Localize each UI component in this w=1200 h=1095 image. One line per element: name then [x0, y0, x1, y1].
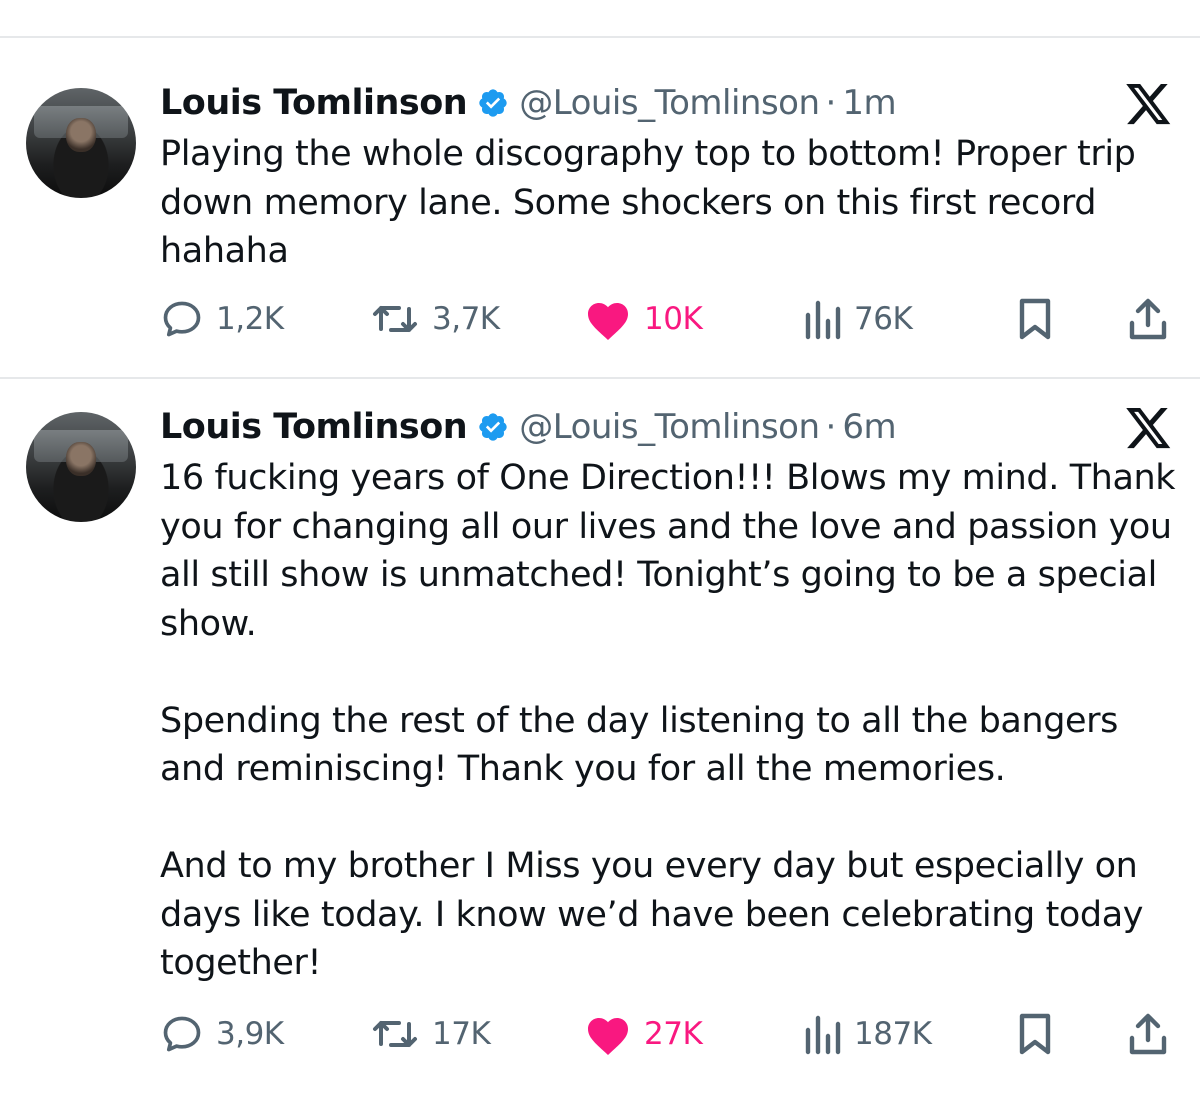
tweet-header: Louis Tomlinson @Louis_Tomlinson · 6m	[160, 402, 897, 452]
display-name[interactable]: Louis Tomlinson	[160, 83, 468, 123]
tweet-actions: 1,2K 3,7K 10K 76K	[0, 295, 1200, 345]
retweet-button[interactable]: 17K	[370, 1012, 491, 1056]
reply-bubble-icon	[160, 1012, 204, 1056]
x-logo-icon	[1126, 84, 1172, 126]
display-name[interactable]: Louis Tomlinson	[160, 407, 468, 447]
verified-badge-icon	[477, 411, 509, 443]
share-upload-icon[interactable]	[1126, 1012, 1170, 1056]
tweet-text: 16 fucking years of One Direction!!! Blo…	[160, 454, 1180, 988]
like-count: 10K	[644, 301, 703, 337]
views-button[interactable]: 187K	[802, 1012, 932, 1056]
views-button[interactable]: 76K	[802, 297, 913, 341]
views-count: 76K	[854, 301, 913, 337]
x-logo-icon	[1126, 408, 1172, 450]
heart-icon	[584, 297, 632, 341]
tweet-paragraph: Playing the whole discography top to bot…	[160, 134, 1136, 271]
separator-dot: ·	[825, 83, 837, 123]
avatar[interactable]	[26, 88, 136, 198]
retweet-icon	[370, 1012, 420, 1056]
separator-dot: ·	[825, 407, 837, 447]
views-count: 187K	[854, 1016, 932, 1052]
reply-count: 3,9K	[216, 1016, 284, 1052]
retweet-button[interactable]: 3,7K	[370, 297, 500, 341]
bookmark-icon[interactable]	[1015, 1012, 1055, 1056]
top-divider	[0, 36, 1200, 38]
tweet-header: Louis Tomlinson @Louis_Tomlinson · 1m	[160, 78, 897, 128]
avatar[interactable]	[26, 412, 136, 522]
heart-icon	[584, 1012, 632, 1056]
views-bar-chart-icon	[802, 297, 842, 341]
reply-count: 1,2K	[216, 301, 284, 337]
like-count: 27K	[644, 1016, 703, 1052]
bookmark-icon[interactable]	[1015, 297, 1055, 341]
like-button[interactable]: 27K	[584, 1012, 703, 1056]
retweet-count: 3,7K	[432, 301, 500, 337]
verified-badge-icon	[477, 87, 509, 119]
timestamp[interactable]: 6m	[842, 407, 896, 447]
reply-bubble-icon	[160, 297, 204, 341]
tweet-text: Playing the whole discography top to bot…	[160, 130, 1180, 276]
tweet-paragraph: And to my brother I Miss you every day b…	[160, 846, 1144, 983]
reply-button[interactable]: 1,2K	[160, 297, 284, 341]
tweet-divider	[0, 377, 1200, 379]
tweet-paragraph: Spending the rest of the day listening t…	[160, 700, 1118, 790]
user-handle[interactable]: @Louis_Tomlinson	[519, 83, 820, 123]
timestamp[interactable]: 1m	[842, 83, 896, 123]
user-handle[interactable]: @Louis_Tomlinson	[519, 407, 820, 447]
tweet-actions: 3,9K 17K 27K 187K	[0, 1010, 1200, 1060]
reply-button[interactable]: 3,9K	[160, 1012, 284, 1056]
views-bar-chart-icon	[802, 1012, 842, 1056]
retweet-icon	[370, 297, 420, 341]
tweet-paragraph: 16 fucking years of One Direction!!! Blo…	[160, 458, 1176, 644]
like-button[interactable]: 10K	[584, 297, 703, 341]
share-upload-icon[interactable]	[1126, 297, 1170, 341]
retweet-count: 17K	[432, 1016, 491, 1052]
